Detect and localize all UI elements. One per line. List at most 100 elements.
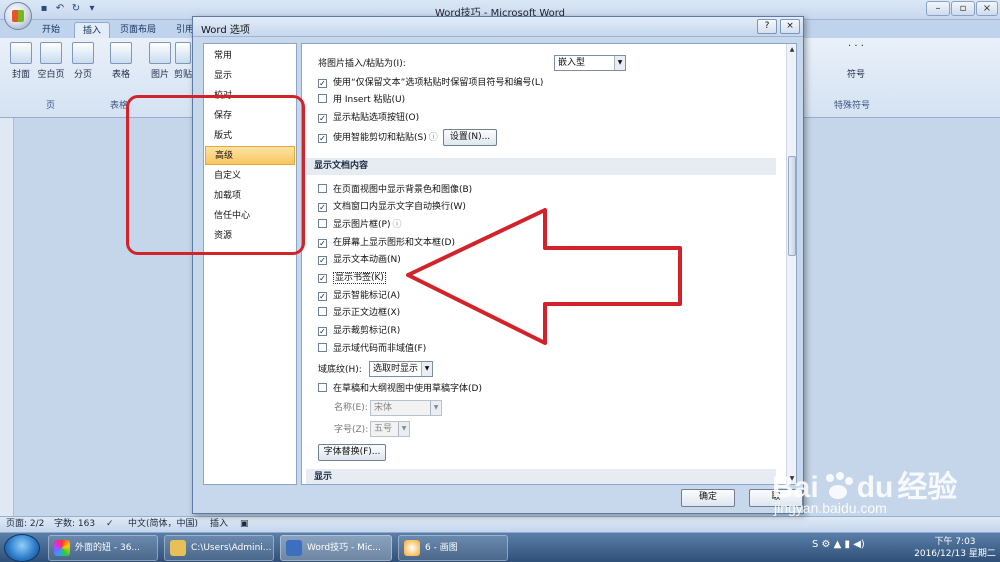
- checkbox-unchecked[interactable]: [318, 184, 327, 193]
- option-show-background[interactable]: 在页面视图中显示背景色和图像(B): [318, 182, 472, 198]
- picture-icon: [149, 42, 171, 64]
- clock[interactable]: 下午 7:03 2016/12/13 星期二: [912, 536, 998, 560]
- draft-font-size-select[interactable]: 五号 ▼: [370, 421, 410, 437]
- annotation-arrow-icon: [406, 208, 682, 345]
- clipart-icon: [175, 42, 191, 64]
- minimize-button[interactable]: –: [926, 1, 950, 16]
- checkbox-checked[interactable]: ✓: [318, 239, 327, 248]
- baidu-paw-icon: [821, 471, 855, 501]
- blank-page-icon: [40, 42, 62, 64]
- chevron-down-icon: ▼: [398, 422, 409, 436]
- page-break-button[interactable]: 分页: [68, 42, 98, 80]
- clock-time: 下午 7:03: [934, 537, 976, 547]
- section-display: 显示: [306, 469, 776, 484]
- nav-item-display[interactable]: 显示: [205, 67, 295, 86]
- option-insert-paste[interactable]: 用 Insert 粘贴(U): [318, 92, 405, 108]
- dialog-title-bar: Word 选项 ? ×: [193, 17, 803, 37]
- taskbar-item-explorer[interactable]: C:\Users\Admini...: [164, 535, 274, 561]
- window-close-button[interactable]: ×: [976, 1, 998, 16]
- checkbox-checked[interactable]: ✓: [318, 79, 327, 88]
- info-icon: ⓘ: [428, 133, 438, 143]
- tab-insert[interactable]: 插入: [74, 22, 111, 38]
- music-app-icon: [54, 540, 70, 556]
- table-button[interactable]: 表格: [106, 42, 136, 80]
- vertical-ruler: [0, 118, 14, 518]
- picture-button[interactable]: 图片: [145, 42, 175, 80]
- option-crop-marks[interactable]: ✓ 显示裁剪标记(R): [318, 323, 400, 339]
- taskbar-item-music[interactable]: 外面的妞 - 36...: [48, 535, 158, 561]
- baidu-url: jingyan.baidu.com: [774, 500, 887, 516]
- section-show-document-content: 显示文档内容: [306, 158, 776, 175]
- help-button[interactable]: ?: [757, 19, 777, 34]
- status-page[interactable]: 页面: 2/2: [6, 517, 44, 532]
- checkbox-checked[interactable]: ✓: [318, 134, 327, 143]
- symbol-button[interactable]: · · · 符号: [836, 42, 876, 81]
- macro-record-icon[interactable]: ▣: [240, 517, 249, 532]
- field-shading-select[interactable]: 选取时显示 ▼: [369, 361, 433, 377]
- checkbox-checked[interactable]: ✓: [318, 203, 327, 212]
- checkbox-checked[interactable]: ✓: [318, 292, 327, 301]
- font-substitution-button[interactable]: 字体替换(F)...: [318, 444, 386, 461]
- clipart-button[interactable]: 剪贴: [173, 42, 193, 80]
- tab-page-layout[interactable]: 页面布局: [112, 22, 164, 38]
- option-text-boundaries[interactable]: 显示正文边框(X): [318, 305, 400, 321]
- checkbox-checked[interactable]: ✓: [318, 274, 327, 283]
- blank-page-button[interactable]: 空白页: [36, 42, 66, 80]
- paste-as-label: 将图片插入/粘贴为(I):: [318, 59, 406, 69]
- chevron-down-icon: ▼: [614, 56, 625, 70]
- clock-date: 2016/12/13 星期二: [914, 549, 996, 559]
- tab-home[interactable]: 开始: [34, 22, 68, 38]
- status-language[interactable]: 中文(简体，中国): [128, 517, 198, 532]
- settings-button[interactable]: 设置(N)...: [443, 129, 497, 146]
- option-keep-bullets[interactable]: ✓ 使用“仅保留文本”选项粘贴时保留项目符号和编号(L): [318, 75, 543, 91]
- scroll-thumb[interactable]: [788, 156, 796, 256]
- group-label-pages: 页: [46, 101, 56, 111]
- taskbar: 外面的妞 - 36... C:\Users\Admini... Word技巧 -…: [0, 532, 1000, 562]
- proofing-icon[interactable]: ✓: [106, 517, 114, 532]
- chevron-down-icon: ▼: [430, 401, 441, 415]
- draft-font-name-select[interactable]: 宋体 ▼: [370, 400, 442, 416]
- checkbox-unchecked[interactable]: [318, 219, 327, 228]
- paint-app-icon: [404, 540, 420, 556]
- checkbox-unchecked[interactable]: [318, 307, 327, 316]
- annotation-highlight-box: [126, 95, 305, 255]
- draft-font-name-label: 名称(E):: [334, 403, 368, 413]
- cover-page-icon: [10, 42, 32, 64]
- checkbox-checked[interactable]: ✓: [318, 327, 327, 336]
- checkbox-unchecked[interactable]: [318, 383, 327, 392]
- draft-font-size-label: 字号(Z):: [334, 425, 369, 435]
- word-app-icon: [286, 540, 302, 556]
- panel-scrollbar[interactable]: ▲ ▼: [786, 44, 796, 484]
- start-button[interactable]: [4, 534, 40, 562]
- option-smart-tags[interactable]: ✓ 显示智能标记(A): [318, 288, 400, 304]
- page-break-icon: [72, 42, 94, 64]
- ok-button[interactable]: 确定: [681, 489, 735, 507]
- folder-icon: [170, 540, 186, 556]
- group-label-special-symbols: 特殊符号: [834, 101, 871, 111]
- status-word-count[interactable]: 字数: 163: [54, 517, 95, 532]
- dialog-close-button[interactable]: ×: [780, 19, 800, 34]
- checkbox-checked[interactable]: ✓: [318, 256, 327, 265]
- maximize-button[interactable]: ▫: [951, 1, 975, 16]
- taskbar-item-paint[interactable]: 6 - 画图: [398, 535, 508, 561]
- taskbar-item-word[interactable]: Word技巧 - Mic...: [280, 535, 392, 561]
- option-show-bookmarks[interactable]: ✓ 显示书签(K): [318, 270, 386, 286]
- status-insert-mode[interactable]: 插入: [210, 517, 228, 532]
- paste-as-select[interactable]: 嵌入型 ▼: [554, 55, 626, 71]
- option-text-animation[interactable]: ✓ 显示文本动画(N): [318, 252, 401, 268]
- checkbox-unchecked[interactable]: [318, 94, 327, 103]
- option-smart-cut-paste[interactable]: ✓ 使用智能剪切和粘贴(S) ⓘ: [318, 130, 438, 146]
- option-paste-options-button[interactable]: ✓ 显示粘贴选项按钮(O): [318, 110, 419, 126]
- nav-item-common[interactable]: 常用: [205, 47, 295, 66]
- chevron-down-icon: ▼: [421, 362, 432, 376]
- option-draft-font[interactable]: 在草稿和大纲视图中使用草稿字体(D): [318, 381, 482, 397]
- office-button[interactable]: [4, 2, 32, 30]
- tray-icons[interactable]: S ⚙ ▲ ▮ ◀): [812, 539, 902, 555]
- cover-page-button[interactable]: 封面: [6, 42, 36, 80]
- table-icon: [110, 42, 132, 64]
- baidu-watermark: Bai du 经验 jingyan.baidu.com: [772, 458, 997, 528]
- checkbox-checked[interactable]: ✓: [318, 114, 327, 123]
- checkbox-unchecked[interactable]: [318, 343, 327, 352]
- scroll-up-icon[interactable]: ▲: [788, 45, 796, 54]
- option-picture-placeholders[interactable]: 显示图片框(P) ⓘ: [318, 217, 401, 233]
